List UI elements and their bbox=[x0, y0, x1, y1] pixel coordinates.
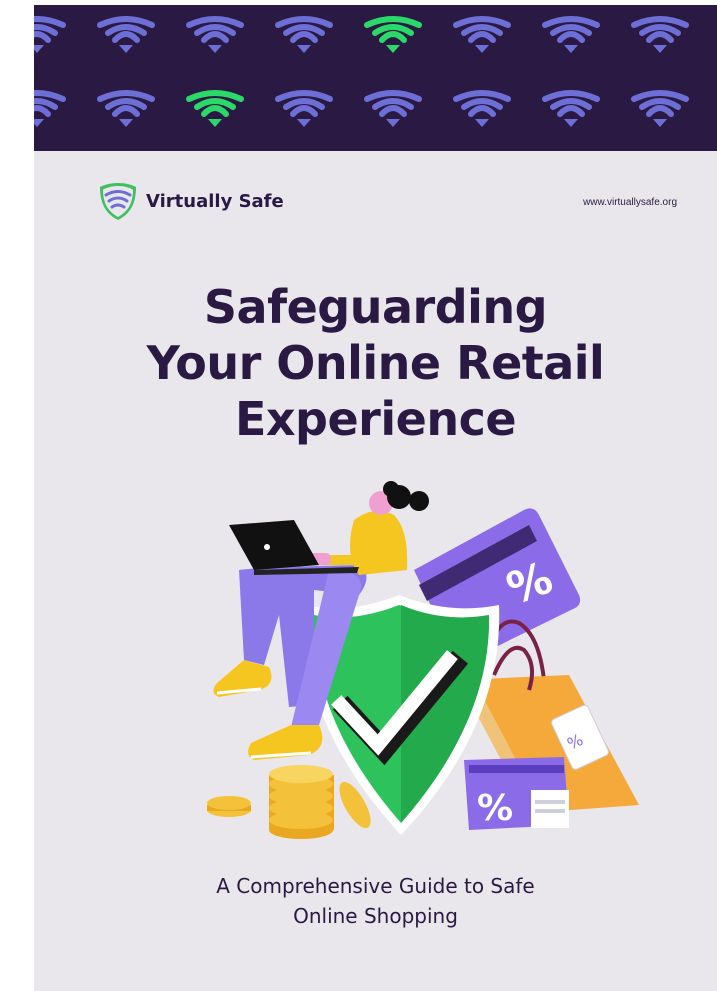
coupon-percent: % bbox=[477, 788, 513, 829]
wifi-signal-icon bbox=[453, 16, 511, 53]
page-subtitle: A Comprehensive Guide to Safe Online Sho… bbox=[34, 871, 717, 931]
cover-page: Virtually Safe www.virtuallysafe.org Saf… bbox=[34, 5, 717, 991]
wifi-signal-icon bbox=[631, 16, 689, 53]
wifi-signal-icon bbox=[631, 90, 689, 127]
wifi-signal-icon bbox=[453, 90, 511, 127]
title-line: Your Online Retail bbox=[146, 336, 605, 390]
wifi-pattern bbox=[34, 16, 689, 127]
wifi-signal-icon bbox=[186, 16, 244, 53]
wifi-signal-icon bbox=[34, 16, 66, 53]
page-title: Safeguarding Your Online Retail Experien… bbox=[34, 279, 717, 447]
subtitle-line: A Comprehensive Guide to Safe bbox=[216, 874, 535, 898]
wifi-signal-icon bbox=[542, 90, 600, 127]
subtitle-line: Online Shopping bbox=[293, 904, 458, 928]
shield-wifi-icon bbox=[100, 183, 136, 220]
wifi-signal-icon bbox=[542, 16, 600, 53]
wifi-signal-icon bbox=[275, 16, 333, 53]
title-line: Safeguarding bbox=[203, 280, 548, 334]
brand-logo[interactable]: Virtually Safe bbox=[96, 179, 284, 223]
coins-icon bbox=[207, 765, 371, 839]
website-url[interactable]: www.virtuallysafe.org bbox=[583, 197, 677, 208]
online-shopping-illustration: % % % bbox=[207, 481, 639, 839]
coupon-icon: % bbox=[464, 757, 569, 830]
wifi-signal-icon bbox=[364, 16, 422, 53]
wifi-signal-icon bbox=[97, 90, 155, 127]
wifi-signal-icon bbox=[364, 90, 422, 127]
brand-name: Virtually Safe bbox=[146, 190, 284, 212]
wifi-signal-icon bbox=[275, 90, 333, 127]
wifi-signal-icon bbox=[34, 90, 66, 127]
wifi-pattern-banner bbox=[34, 5, 717, 151]
wifi-signal-icon bbox=[97, 16, 155, 53]
title-line: Experience bbox=[234, 392, 517, 446]
wifi-signal-icon bbox=[186, 90, 244, 127]
